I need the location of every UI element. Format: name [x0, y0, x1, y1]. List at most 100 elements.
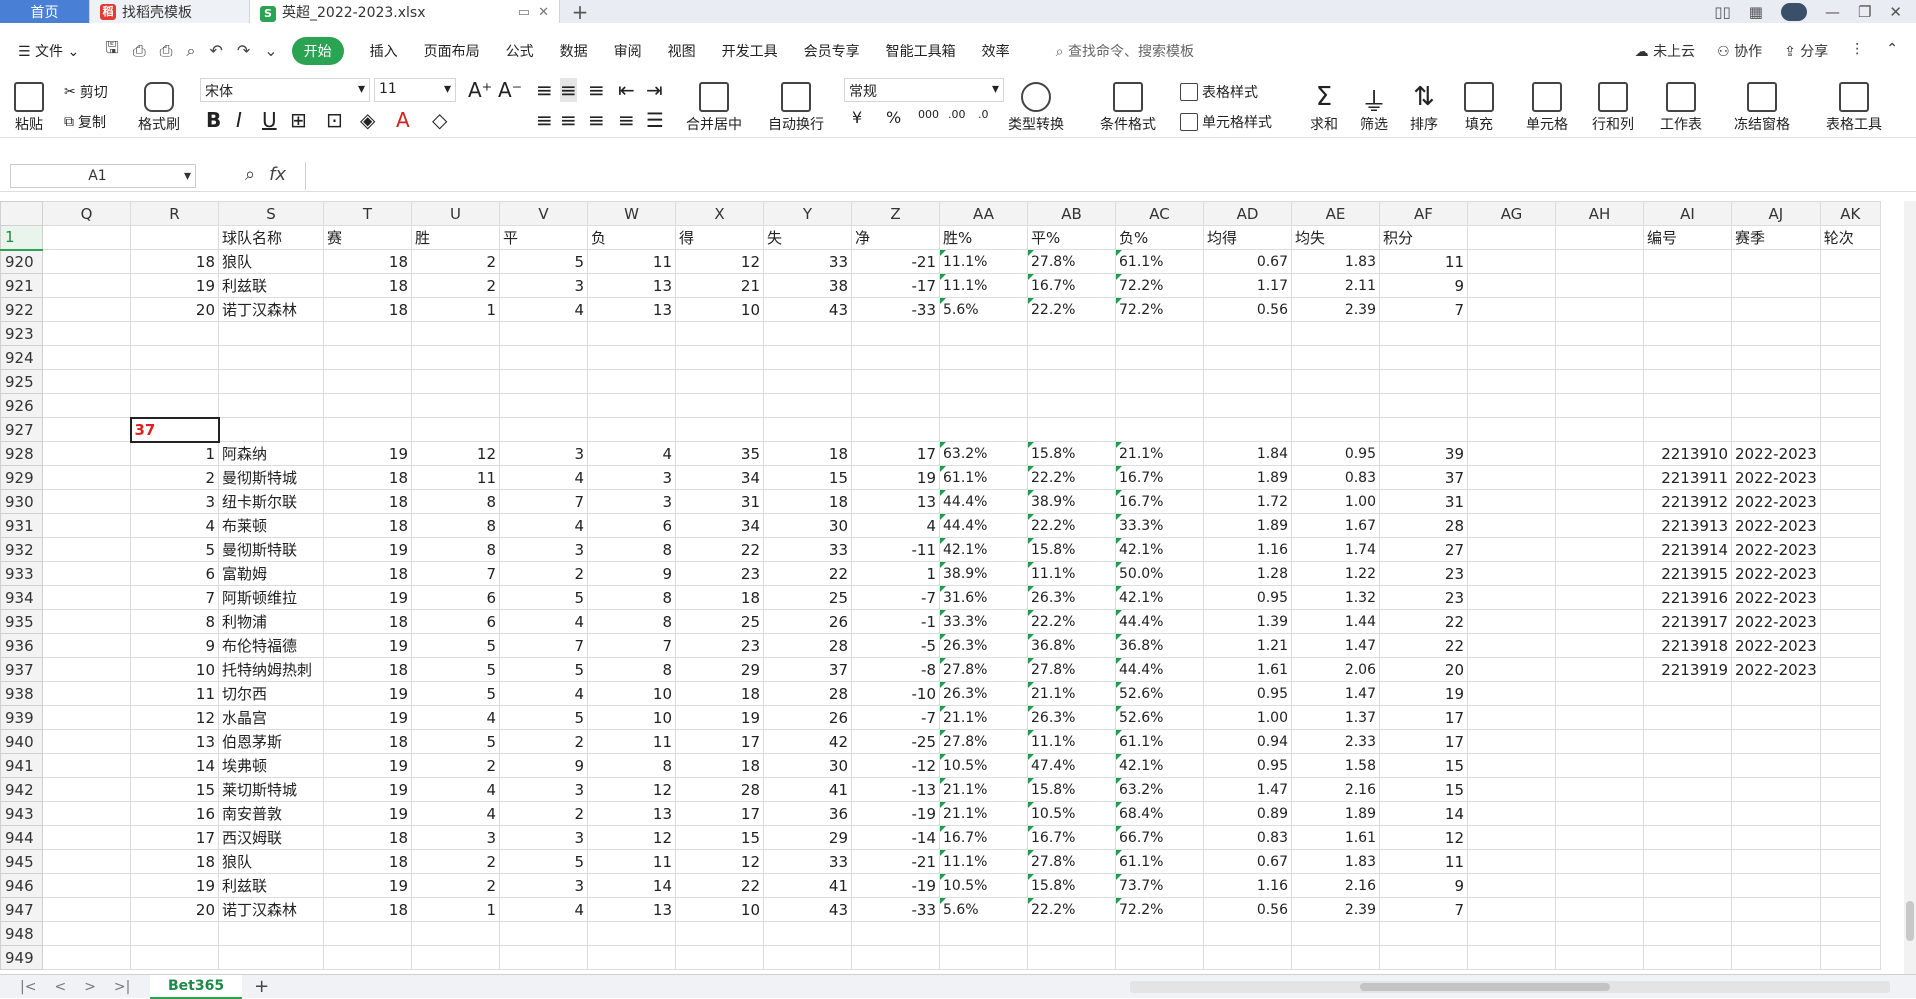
cell-ad[interactable]: 1.72	[1203, 489, 1292, 514]
cell-t[interactable]	[323, 921, 412, 946]
cell-t[interactable]: 19	[323, 585, 412, 610]
layout-icon[interactable]: ▯▯	[1714, 3, 1731, 21]
cell-ak[interactable]	[1819, 393, 1881, 418]
cell-ak[interactable]	[1819, 897, 1881, 922]
cell-s[interactable]: 埃弗顿	[218, 753, 324, 778]
cell-q[interactable]	[42, 561, 131, 586]
cell-u[interactable]: 8	[411, 537, 500, 562]
cell-ab[interactable]	[1027, 417, 1116, 442]
column-header[interactable]: AG	[1467, 201, 1556, 226]
cell-x[interactable]: 34	[675, 465, 764, 490]
cell-w[interactable]: 4	[587, 441, 676, 466]
zoom-icon[interactable]: ⌕	[245, 164, 255, 185]
cell-z[interactable]: -11	[851, 537, 940, 562]
row-number[interactable]: 934	[0, 585, 43, 610]
cell-aa[interactable]: 31.6%	[939, 585, 1028, 610]
cell-z[interactable]: -7	[851, 585, 940, 610]
cell-t[interactable]	[323, 345, 412, 370]
cell-v[interactable]: 4	[499, 465, 588, 490]
cell-aj[interactable]	[1731, 921, 1821, 946]
cell-w[interactable]: 8	[587, 585, 676, 610]
cell-v[interactable]: 3	[499, 441, 588, 466]
cell-z[interactable]: 1	[851, 561, 940, 586]
cell-ab[interactable]: 38.9%	[1027, 489, 1116, 514]
cell-v[interactable]	[499, 393, 588, 418]
copy-button[interactable]: ⧉ 复制	[64, 112, 106, 132]
cell-w[interactable]: 3	[587, 489, 676, 514]
cell-v[interactable]	[499, 321, 588, 346]
percent-icon[interactable]: %	[886, 108, 901, 127]
header-cell[interactable]: 积分	[1379, 225, 1468, 250]
cell-ae[interactable]	[1291, 345, 1380, 370]
decrease-font-icon[interactable]: A⁻	[498, 78, 522, 102]
header-cell[interactable]: 负	[587, 225, 676, 250]
column-header[interactable]: AB	[1027, 201, 1116, 226]
save-icon[interactable]: 🖫	[105, 37, 119, 64]
cell-ag[interactable]	[1467, 561, 1556, 586]
cell-v[interactable]: 5	[499, 585, 588, 610]
cell-z[interactable]: -10	[851, 681, 940, 706]
cell-ag[interactable]	[1467, 729, 1556, 754]
cell-y[interactable]: 28	[763, 681, 852, 706]
cell-ae[interactable]: 2.06	[1291, 657, 1380, 682]
cell-ak[interactable]	[1819, 297, 1881, 322]
cell-w[interactable]: 7	[587, 633, 676, 658]
cell-ab[interactable]: 15.8%	[1027, 777, 1116, 802]
cell-x[interactable]: 10	[675, 297, 764, 322]
cell-ak[interactable]	[1819, 681, 1881, 706]
cell-u[interactable]	[411, 393, 500, 418]
minimize-icon[interactable]: —	[1825, 3, 1840, 21]
cell-q[interactable]	[42, 945, 131, 970]
cell-ai[interactable]	[1643, 729, 1732, 754]
cell-aj[interactable]	[1731, 321, 1821, 346]
cell-s[interactable]: 曼彻斯特联	[218, 537, 324, 562]
tab-formula[interactable]: 公式	[506, 41, 534, 61]
cell-ae[interactable]: 1.47	[1291, 633, 1380, 658]
cell-x[interactable]: 29	[675, 657, 764, 682]
cell-ag[interactable]	[1467, 705, 1556, 730]
column-header[interactable]: AE	[1291, 201, 1380, 226]
cell-s[interactable]: 纽卡斯尔联	[218, 489, 324, 514]
cell-t[interactable]: 19	[323, 633, 412, 658]
cell-t[interactable]	[323, 417, 412, 442]
cell-q[interactable]	[42, 489, 131, 514]
cell-ad[interactable]	[1203, 921, 1292, 946]
cell-af[interactable]: 23	[1379, 585, 1468, 610]
cell-ae[interactable]	[1291, 417, 1380, 442]
cell-r[interactable]: 9	[130, 633, 219, 658]
cell-ab[interactable]: 36.8%	[1027, 633, 1116, 658]
cell-ai[interactable]	[1643, 849, 1732, 874]
outdent-icon[interactable]: ⇤	[618, 78, 635, 102]
row-number[interactable]: 947	[0, 897, 43, 922]
row-number[interactable]: 933	[0, 561, 43, 586]
cell-r[interactable]: 16	[130, 801, 219, 826]
column-header[interactable]: Y	[763, 201, 852, 226]
cell-w[interactable]: 8	[587, 753, 676, 778]
fx-icon[interactable]: fx	[269, 164, 286, 185]
cell-ac[interactable]: 52.6%	[1115, 705, 1204, 730]
cell-q[interactable]	[42, 729, 131, 754]
column-header[interactable]: T	[323, 201, 412, 226]
header-cell[interactable]: 轮次	[1819, 225, 1881, 250]
cell-ae[interactable]	[1291, 393, 1380, 418]
cell-ah[interactable]	[1555, 321, 1644, 346]
cell-v[interactable]: 9	[499, 753, 588, 778]
cell-x[interactable]: 12	[675, 249, 764, 274]
cell-ae[interactable]: 1.44	[1291, 609, 1380, 634]
cell-aa[interactable]: 11.1%	[939, 849, 1028, 874]
cell-aa[interactable]: 5.6%	[939, 297, 1028, 322]
cell-ag[interactable]	[1467, 945, 1556, 970]
cell-u[interactable]: 5	[411, 657, 500, 682]
font-color-icon[interactable]: A	[396, 108, 410, 132]
cell-r[interactable]	[130, 369, 219, 394]
header-cell[interactable]: 赛季	[1731, 225, 1821, 250]
column-header[interactable]: R	[130, 201, 219, 226]
cell-aj[interactable]	[1731, 753, 1821, 778]
cell-x[interactable]: 22	[675, 537, 764, 562]
cell-t[interactable]	[323, 945, 412, 970]
cell-ab[interactable]: 11.1%	[1027, 561, 1116, 586]
next-sheet-icon[interactable]: >	[84, 979, 96, 995]
cell-y[interactable]: 28	[763, 633, 852, 658]
cell-af[interactable]: 9	[1379, 873, 1468, 898]
cell-x[interactable]: 15	[675, 825, 764, 850]
